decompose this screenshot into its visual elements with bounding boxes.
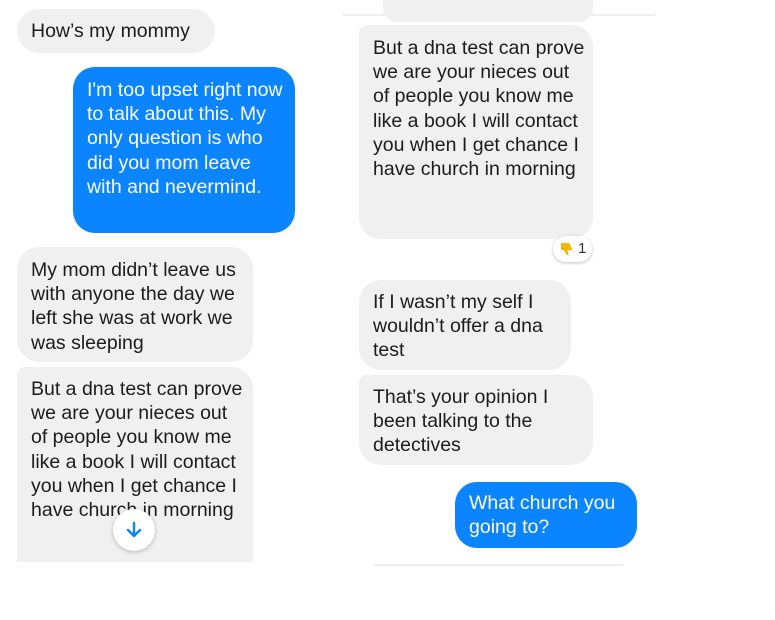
- message-outgoing[interactable]: What church you going to?: [455, 482, 637, 548]
- message-incoming[interactable]: How’s my mommy: [17, 9, 215, 53]
- message-outgoing[interactable]: I'm too upset right now to talk about th…: [73, 67, 295, 233]
- scroll-to-bottom-button[interactable]: [113, 509, 155, 551]
- message-text: If I wasn’t my self I wouldn’t offer a d…: [373, 291, 543, 362]
- message-incoming[interactable]: My mom didn’t leave us with anyone the d…: [17, 247, 253, 362]
- message-text: I'm too upset right now to talk about th…: [87, 79, 283, 198]
- right-conversation-panel: But a dna test can prove we are your nie…: [343, 0, 655, 566]
- composer-divider: [373, 564, 623, 566]
- message-text: How’s my mommy: [31, 20, 190, 42]
- message-reaction[interactable]: 1: [553, 236, 593, 262]
- thumbs-down-icon: [561, 243, 572, 256]
- left-conversation-panel: How’s my mommy I'm too upset right now t…: [0, 0, 325, 562]
- message-incoming[interactable]: But a dna test can prove we are your nie…: [359, 25, 593, 239]
- message-text: But a dna test can prove we are your nie…: [373, 37, 585, 181]
- message-incoming[interactable]: That’s your opinion I been talking to th…: [359, 375, 593, 465]
- previous-message-bubble-edge: [383, 0, 593, 22]
- reaction-count: 1: [578, 240, 587, 257]
- message-text: My mom didn’t leave us with anyone the d…: [31, 259, 236, 354]
- message-incoming[interactable]: If I wasn’t my self I wouldn’t offer a d…: [359, 280, 571, 370]
- message-text: That’s your opinion I been talking to th…: [373, 386, 549, 457]
- message-text: What church you going to?: [469, 492, 616, 539]
- arrow-down-icon: [126, 521, 142, 538]
- message-text: But a dna test can prove we are your nie…: [31, 378, 243, 522]
